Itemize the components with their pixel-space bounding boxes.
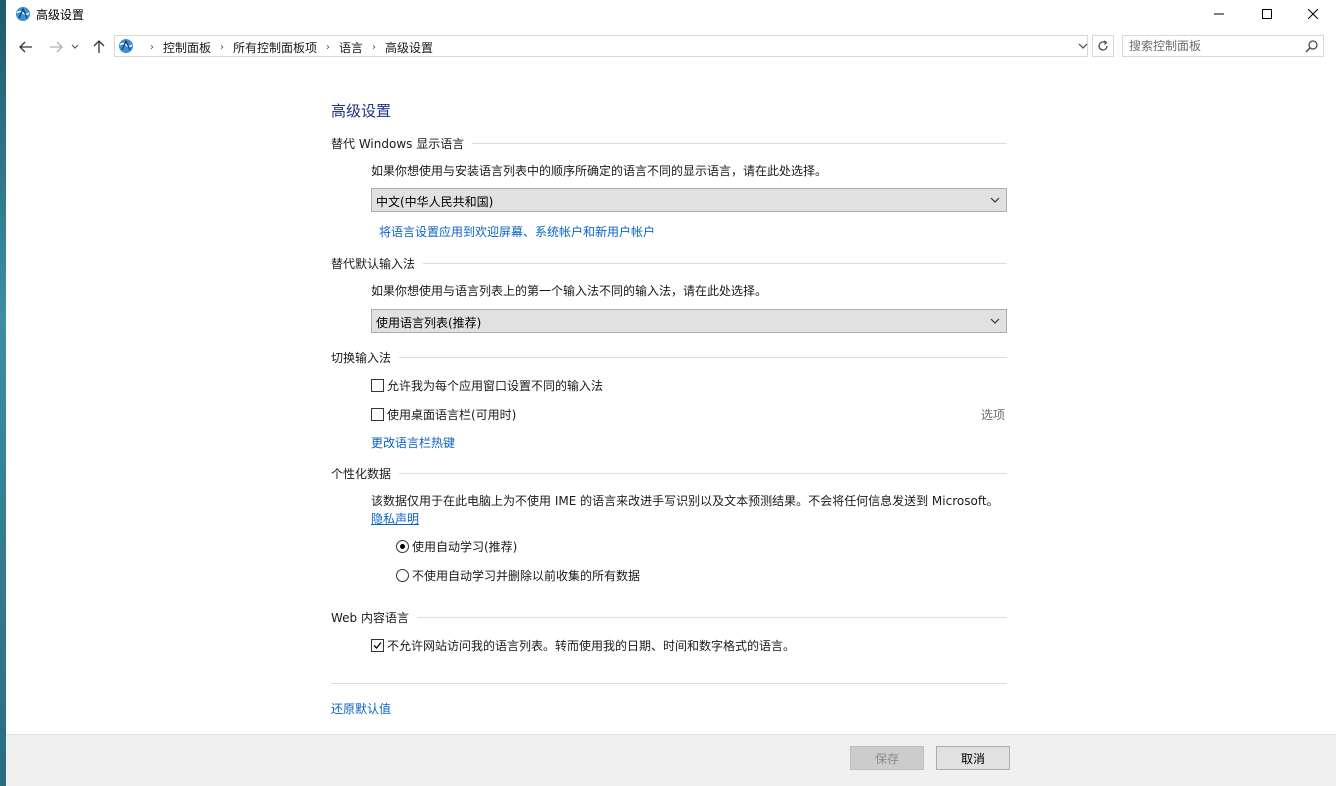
bottom-divider xyxy=(331,683,1007,684)
section-divider xyxy=(423,263,1007,264)
breadcrumb-separator-icon[interactable]: › xyxy=(326,42,330,53)
section-input-method: 替代默认输入法 xyxy=(331,255,1007,272)
privacy-statement-link[interactable]: 隐私声明 xyxy=(371,510,419,527)
refresh-button[interactable] xyxy=(1092,35,1114,57)
input-method-description: 如果你想使用与语言列表上的第一个输入法不同的输入法，请在此处选择。 xyxy=(371,284,768,298)
minimize-button[interactable] xyxy=(1196,0,1242,28)
breadcrumb-separator-icon[interactable]: › xyxy=(220,42,224,53)
address-bar[interactable]: › 控制面板 › 所有控制面板项 › 语言 › 高级设置 xyxy=(114,35,1088,57)
no-auto-learning-radio-row[interactable]: 不使用自动学习并删除以前收集的所有数据 xyxy=(396,567,640,584)
display-language-description: 如果你想使用与安装语言列表中的顺序所确定的语言不同的显示语言，请在此处选择。 xyxy=(371,164,828,178)
breadcrumb-control-panel[interactable]: 控制面板 xyxy=(163,39,211,56)
input-method-select[interactable]: 使用语言列表(推荐) xyxy=(371,309,1007,333)
title-bar: 高级设置 xyxy=(6,0,1336,28)
up-button[interactable] xyxy=(88,36,110,58)
auto-learning-radio[interactable] xyxy=(396,540,409,553)
checkmark-icon xyxy=(373,642,382,649)
search-box[interactable] xyxy=(1122,35,1324,57)
footer-bar: 保存 取消 xyxy=(6,734,1336,786)
maximize-icon xyxy=(1262,9,1272,19)
close-button[interactable] xyxy=(1290,0,1336,28)
checkbox-label: 不允许网站访问我的语言列表。转而使用我的日期、时间和数字格式的语言。 xyxy=(387,639,796,653)
auto-learning-radio-row[interactable]: 使用自动学习(推荐) xyxy=(396,538,517,555)
section-divider xyxy=(399,357,1007,358)
breadcrumb-separator-icon[interactable]: › xyxy=(150,42,154,53)
section-divider xyxy=(416,617,1007,618)
web-content-checkbox-row[interactable]: 不允许网站访问我的语言列表。转而使用我的日期、时间和数字格式的语言。 xyxy=(371,637,795,654)
page-title: 高级设置 xyxy=(331,102,392,120)
section-divider xyxy=(472,143,1007,144)
breadcrumb: › 控制面板 › 所有控制面板项 › 语言 › 高级设置 xyxy=(141,39,433,56)
search-icon[interactable] xyxy=(1305,39,1319,53)
search-input[interactable] xyxy=(1129,38,1299,54)
section-heading: Web 内容语言 xyxy=(331,611,409,625)
section-personalization: 个性化数据 xyxy=(331,465,1007,482)
window-title: 高级设置 xyxy=(36,8,85,22)
display-language-select[interactable]: 中文(中华人民共和国) xyxy=(371,188,1007,212)
arrow-right-icon xyxy=(50,41,63,53)
chevron-down-icon xyxy=(990,318,1000,324)
maximize-button[interactable] xyxy=(1244,0,1290,28)
language-bar-options-link[interactable]: 选项 xyxy=(981,406,1005,423)
no-auto-learning-radio[interactable] xyxy=(396,569,409,582)
per-app-input-checkbox-row[interactable]: 允许我为每个应用窗口设置不同的输入法 xyxy=(371,377,603,394)
section-heading: 切换输入法 xyxy=(331,351,392,365)
refresh-icon xyxy=(1098,40,1108,51)
radio-label: 使用自动学习(推荐) xyxy=(412,540,518,554)
restore-defaults-link[interactable]: 还原默认值 xyxy=(331,700,391,717)
selected-value: 中文(中华人民共和国) xyxy=(376,195,494,209)
language-globe-icon xyxy=(119,39,133,53)
selected-value: 使用语言列表(推荐) xyxy=(376,316,482,330)
section-switch-input: 切换输入法 xyxy=(331,349,1007,366)
section-display-language: 替代 Windows 显示语言 xyxy=(331,135,1007,152)
control-panel-window: 高级设置 › 控制面板 › 所有控制面板项 › 语言 › 高级设置 搜索控制面板… xyxy=(6,0,1336,786)
chevron-down-icon xyxy=(990,197,1000,203)
checkbox-label: 使用桌面语言栏(可用时) xyxy=(387,408,517,422)
breadcrumb-language[interactable]: 语言 xyxy=(339,39,363,56)
arrow-left-icon xyxy=(19,41,32,53)
forward-button[interactable] xyxy=(45,36,67,58)
section-heading: 个性化数据 xyxy=(331,467,392,481)
recent-locations-button[interactable] xyxy=(68,36,82,58)
web-content-checkbox[interactable] xyxy=(371,639,384,652)
section-divider xyxy=(399,473,1007,474)
personalization-description: 该数据仅用于在此电脑上为不使用 IME 的语言来改进手写识别以及文本预测结果。不… xyxy=(371,494,999,508)
checkbox-label: 允许我为每个应用窗口设置不同的输入法 xyxy=(387,379,604,393)
close-icon xyxy=(1308,9,1318,19)
section-heading: 替代 Windows 显示语言 xyxy=(331,137,465,151)
apply-language-settings-link[interactable]: 将语言设置应用到欢迎屏幕、系统帐户和新用户帐户 xyxy=(379,223,655,240)
breadcrumb-advanced-settings[interactable]: 高级设置 xyxy=(385,39,433,56)
section-web-content: Web 内容语言 xyxy=(331,609,1007,626)
chevron-down-icon xyxy=(71,44,79,49)
breadcrumb-separator-icon[interactable]: › xyxy=(372,42,376,53)
chevron-down-icon xyxy=(1078,43,1088,49)
radio-label: 不使用自动学习并删除以前收集的所有数据 xyxy=(412,569,641,583)
save-button[interactable]: 保存 xyxy=(850,746,924,770)
section-heading: 替代默认输入法 xyxy=(331,257,416,271)
desktop-language-bar-checkbox-row[interactable]: 使用桌面语言栏(可用时) xyxy=(371,406,516,423)
address-history-dropdown[interactable] xyxy=(1074,37,1092,55)
back-button[interactable] xyxy=(15,36,37,58)
change-language-bar-hotkeys-link[interactable]: 更改语言栏热键 xyxy=(371,434,455,451)
desktop-language-bar-checkbox[interactable] xyxy=(371,408,384,421)
arrow-up-icon xyxy=(93,40,105,53)
per-app-input-checkbox[interactable] xyxy=(371,379,384,392)
language-globe-icon xyxy=(16,7,30,21)
cancel-button[interactable]: 取消 xyxy=(936,746,1010,770)
breadcrumb-all-items[interactable]: 所有控制面板项 xyxy=(233,39,317,56)
minimize-icon xyxy=(1214,13,1224,15)
